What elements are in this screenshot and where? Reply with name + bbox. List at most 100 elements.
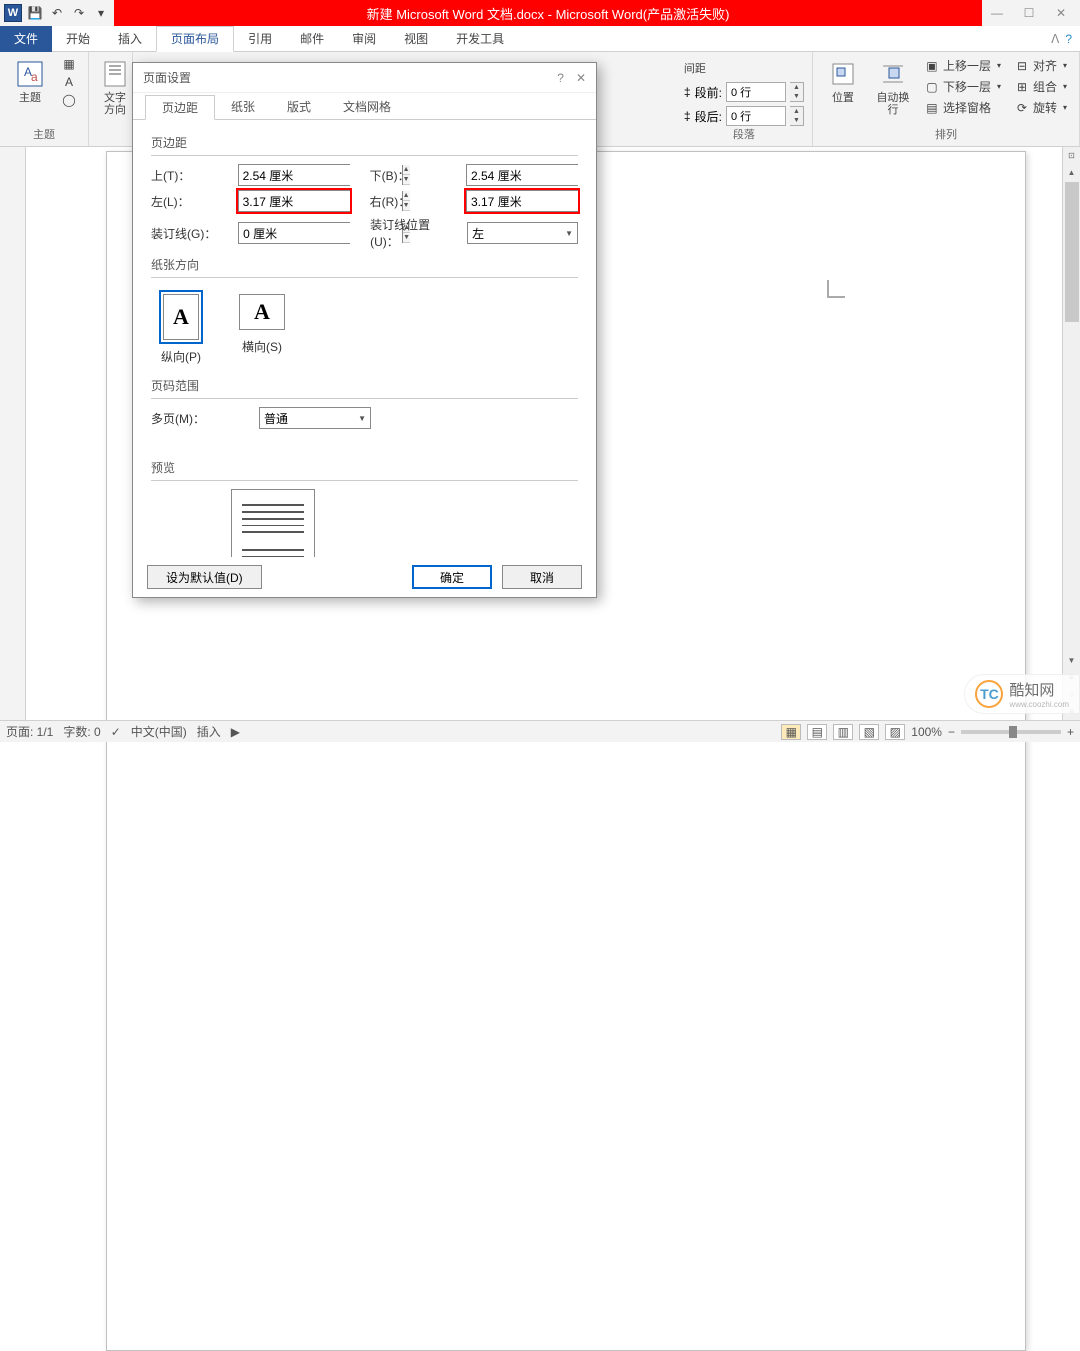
maximize-button[interactable]: ☐	[1014, 3, 1044, 23]
vertical-ruler[interactable]	[0, 147, 26, 720]
bring-forward-icon: ▣	[925, 59, 939, 73]
minimize-ribbon-icon[interactable]: ᐱ	[1051, 32, 1059, 46]
dialog-tab-layout[interactable]: 版式	[271, 95, 327, 119]
dialog-help-icon[interactable]: ?	[557, 71, 564, 85]
dialog-tab-grid[interactable]: 文档网格	[327, 95, 407, 119]
dialog-titlebar[interactable]: 页面设置 ? ✕	[133, 63, 596, 93]
group-button[interactable]: ⊞组合▾	[1011, 77, 1071, 96]
view-outline[interactable]: ▧	[859, 724, 879, 740]
align-icon: ⊟	[1015, 59, 1029, 73]
save-icon[interactable]: 💾	[26, 4, 44, 22]
chevron-down-icon: ▼	[565, 229, 573, 238]
ruler-toggle-icon[interactable]: ⊡	[1063, 147, 1080, 164]
theme-effects-button[interactable]: ◯	[58, 92, 80, 108]
multi-pages-select[interactable]: 普通▼	[259, 407, 371, 429]
orientation-portrait[interactable]: A 纵向(P)	[151, 286, 211, 369]
scrollbar-thumb[interactable]	[1065, 182, 1079, 322]
page-indicator[interactable]: 页面: 1/1	[6, 723, 53, 740]
tab-page-layout[interactable]: 页面布局	[156, 26, 234, 52]
zoom-out-button[interactable]: −	[948, 725, 955, 739]
text-direction-button[interactable]: 文字方向	[97, 56, 133, 118]
set-default-button[interactable]: 设为默认值(D)	[147, 565, 262, 589]
fonts-icon: A	[62, 75, 76, 89]
margin-left-input[interactable]: ▲▼	[238, 190, 350, 212]
insert-mode[interactable]: 插入	[197, 723, 221, 740]
group-page-setup: 文字方向	[89, 52, 133, 146]
send-backward-button[interactable]: ▢下移一层▾	[921, 77, 1005, 96]
tab-developer[interactable]: 开发工具	[442, 26, 518, 52]
dialog-close-icon[interactable]: ✕	[576, 71, 586, 85]
view-web[interactable]: ▥	[833, 724, 853, 740]
title-bar: W 💾 ↶ ↷ ▾ 新建 Microsoft Word 文档.docx - Mi…	[0, 0, 1080, 26]
gutter-input[interactable]: ▲▼	[238, 222, 350, 244]
tab-file[interactable]: 文件	[0, 26, 52, 52]
effects-icon: ◯	[62, 93, 76, 107]
bring-forward-button[interactable]: ▣上移一层▾	[921, 56, 1005, 75]
group-theme: Aa 主题 ▦ A ◯ 主题	[0, 52, 89, 146]
dialog-tab-paper[interactable]: 纸张	[215, 95, 271, 119]
margin-top-input[interactable]: ▲▼	[238, 164, 350, 186]
view-draft[interactable]: ▨	[885, 724, 905, 740]
selection-pane-icon: ▤	[925, 101, 939, 115]
undo-icon[interactable]: ↶	[48, 4, 66, 22]
view-fullscreen[interactable]: ▤	[807, 724, 827, 740]
qat-dropdown-icon[interactable]: ▾	[92, 4, 110, 22]
view-print-layout[interactable]: ▦	[781, 724, 801, 740]
zoom-in-button[interactable]: +	[1067, 725, 1074, 739]
space-after-icon: ‡	[684, 109, 691, 123]
ribbon-tabs: 文件 开始 插入 页面布局 引用 邮件 审阅 视图 开发工具 ᐱ ?	[0, 26, 1080, 52]
redo-icon[interactable]: ↷	[70, 4, 88, 22]
help-icon[interactable]: ?	[1065, 32, 1072, 46]
scroll-down-icon[interactable]: ▼	[1063, 652, 1080, 669]
space-after-label: 段后:	[695, 108, 722, 125]
multi-pages-label: 多页(M)：	[151, 410, 229, 427]
tab-review[interactable]: 审阅	[338, 26, 390, 52]
zoom-level[interactable]: 100%	[911, 725, 942, 739]
tab-home[interactable]: 开始	[52, 26, 104, 52]
themes-button[interactable]: Aa 主题	[8, 56, 52, 106]
margin-bottom-input[interactable]: ▲▼	[466, 164, 578, 186]
scroll-up-icon[interactable]: ▲	[1063, 164, 1080, 181]
gutter-pos-select[interactable]: 左▼	[467, 222, 578, 244]
tab-mailings[interactable]: 邮件	[286, 26, 338, 52]
page-corner-marker	[827, 280, 845, 298]
gutter-label: 装订线(G)：	[151, 225, 228, 242]
align-button[interactable]: ⊟对齐▾	[1011, 56, 1071, 75]
position-button[interactable]: 位置	[821, 56, 865, 106]
space-after-input[interactable]	[726, 106, 786, 126]
theme-colors-button[interactable]: ▦	[58, 56, 80, 72]
tab-insert[interactable]: 插入	[104, 26, 156, 52]
dialog-buttons: 设为默认值(D) 确定 取消	[133, 557, 596, 597]
close-button[interactable]: ✕	[1046, 3, 1076, 23]
space-after-spinner[interactable]: ▲▼	[790, 106, 804, 126]
zoom-slider[interactable]	[961, 730, 1061, 734]
cancel-button[interactable]: 取消	[502, 565, 582, 589]
group-paragraph: 间距 ‡ 段前: ▲▼ ‡ 段后: ▲▼ 段落	[676, 52, 813, 146]
space-before-input[interactable]	[726, 82, 786, 102]
margin-right-input[interactable]: ▲▼	[466, 190, 578, 212]
watermark-url: www.coozhi.com	[1009, 700, 1069, 709]
zoom-handle[interactable]	[1009, 726, 1017, 738]
word-count[interactable]: 字数: 0	[63, 723, 100, 740]
ok-button[interactable]: 确定	[412, 565, 492, 589]
theme-fonts-button[interactable]: A	[58, 74, 80, 90]
rotate-button[interactable]: ⟳旋转▾	[1011, 98, 1071, 117]
pages-section-label: 页码范围	[151, 377, 578, 394]
wrap-text-button[interactable]: 自动换行	[871, 56, 915, 118]
selection-pane-button[interactable]: ▤选择窗格	[921, 98, 1005, 117]
language-indicator[interactable]: 中文(中国)	[131, 723, 187, 740]
margin-bottom-label: 下(B)：	[370, 167, 456, 184]
tab-references[interactable]: 引用	[234, 26, 286, 52]
tab-view[interactable]: 视图	[390, 26, 442, 52]
svg-text:a: a	[31, 70, 38, 84]
group-paragraph-label: 段落	[684, 126, 804, 142]
dialog-tab-margins[interactable]: 页边距	[145, 95, 215, 120]
vertical-scrollbar[interactable]: ⊡ ▲ ▼ ≡ ○ ≡	[1062, 147, 1080, 720]
word-app-icon[interactable]: W	[4, 4, 22, 22]
spellcheck-icon[interactable]: ✓	[111, 725, 121, 739]
status-bar: 页面: 1/1 字数: 0 ✓ 中文(中国) 插入 ▶ ▦ ▤ ▥ ▧ ▨ 10…	[0, 720, 1080, 742]
minimize-button[interactable]: —	[982, 3, 1012, 23]
macro-icon[interactable]: ▶	[231, 725, 240, 739]
orientation-landscape[interactable]: A 横向(S)	[227, 286, 297, 369]
space-before-spinner[interactable]: ▲▼	[790, 82, 804, 102]
